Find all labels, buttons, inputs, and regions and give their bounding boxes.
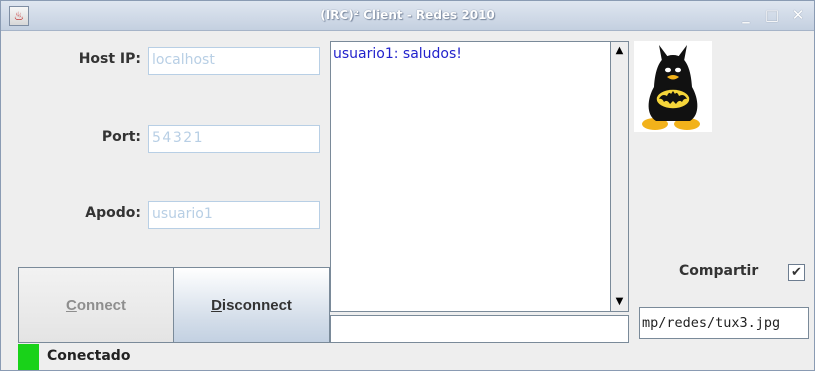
window-title: (IRC)² Client - Redes 2010 xyxy=(320,8,495,22)
disconnect-button[interactable]: Disconnect xyxy=(173,267,330,343)
connect-mnemonic: C xyxy=(65,297,77,314)
disconnect-label: isconnect xyxy=(221,297,292,314)
avatar xyxy=(634,41,712,132)
port-field[interactable]: 54321 xyxy=(148,125,320,153)
scroll-up-icon[interactable]: ▲ xyxy=(611,42,628,60)
disconnect-mnemonic: D xyxy=(211,297,222,314)
window-controls: _ □ ✕ xyxy=(738,6,806,24)
host-ip-label: Host IP: xyxy=(78,51,141,67)
share-file-path-field[interactable]: mp/redes/tux3.jpg xyxy=(639,307,809,339)
maximize-icon[interactable]: □ xyxy=(764,6,780,24)
nickname-field[interactable]: usuario1 xyxy=(148,201,320,229)
scroll-down-icon[interactable]: ▼ xyxy=(611,293,628,311)
client-window: ♨ (IRC)² Client - Redes 2010 _ □ ✕ Host … xyxy=(0,0,815,371)
message-input[interactable] xyxy=(330,315,629,343)
port-label: Port: xyxy=(101,129,141,145)
connect-label: onnect xyxy=(76,297,126,314)
share-label: Compartir xyxy=(679,263,759,279)
close-icon[interactable]: ✕ xyxy=(790,6,806,24)
chat-log[interactable]: usuario1: saludos! xyxy=(330,41,611,312)
connect-button[interactable]: Connect xyxy=(18,267,174,343)
host-ip-field[interactable]: localhost xyxy=(148,47,320,75)
minimize-icon[interactable]: _ xyxy=(738,6,754,24)
status-text: Conectado xyxy=(47,348,131,364)
title-bar[interactable]: ♨ (IRC)² Client - Redes 2010 _ □ ✕ xyxy=(1,1,814,31)
chat-message: usuario1: saludos! xyxy=(333,46,462,62)
status-indicator xyxy=(18,344,39,370)
chat-scrollbar[interactable]: ▲ ▼ xyxy=(611,41,629,312)
share-file-path-text: mp/redes/tux3.jpg xyxy=(642,315,781,331)
share-checkbox[interactable]: ✔ xyxy=(788,264,805,281)
checkmark-icon: ✔ xyxy=(791,265,802,280)
batman-tux-icon xyxy=(642,45,700,130)
nickname-label: Apodo: xyxy=(85,205,141,221)
